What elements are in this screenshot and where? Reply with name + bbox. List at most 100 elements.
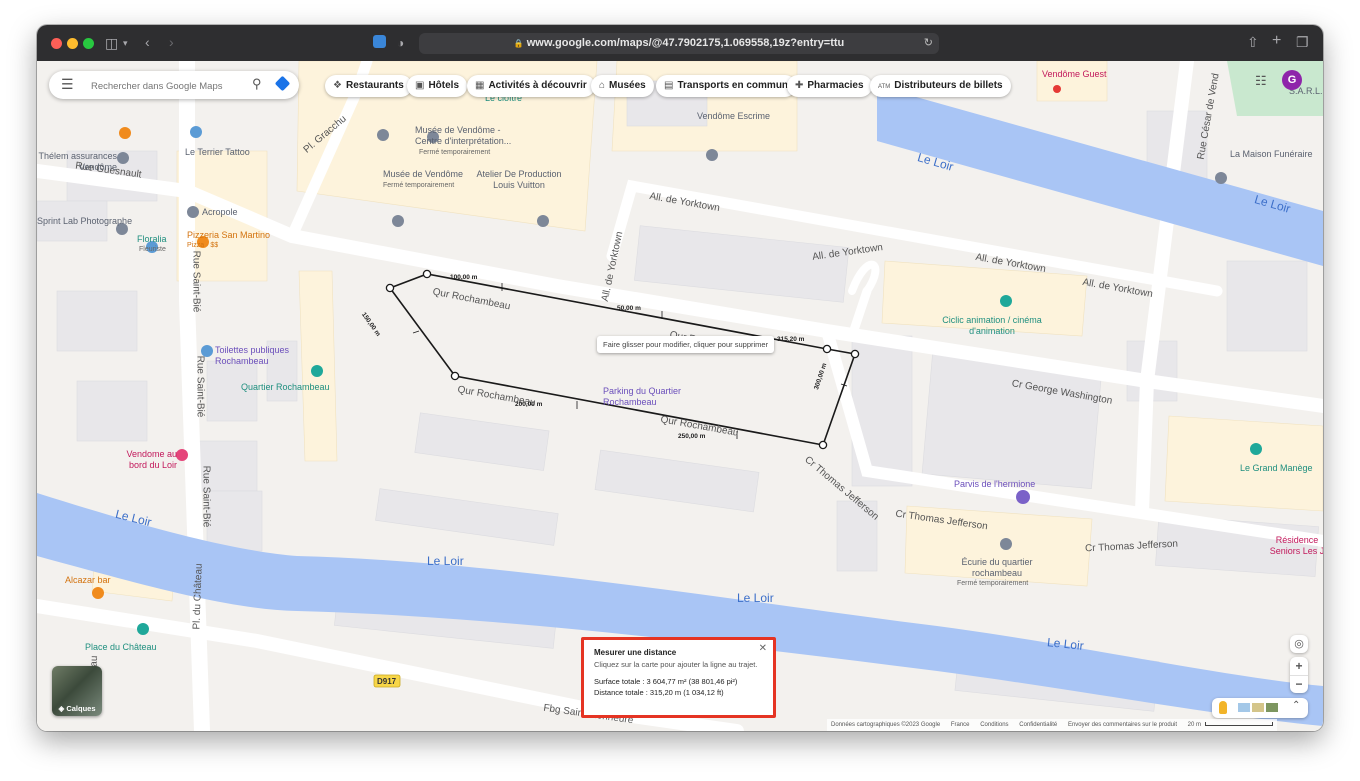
chip-transit[interactable]: ▤ Transports en commun	[656, 75, 797, 97]
browser-window: ◫ ▾ ‹ › ◑ 🔒 www.google.com/maps/@47.7902…	[37, 25, 1323, 731]
bus-icon: ▤	[664, 80, 674, 91]
measure-distance-label: 200,00 m	[515, 401, 543, 408]
poi-label[interactable]: Vendôme Escrime	[697, 111, 770, 122]
poi-label[interactable]: Vendome au bord du Loir	[117, 449, 177, 471]
menu-icon[interactable]: ☰	[61, 76, 74, 93]
search-box: ☰ ⚲	[49, 71, 299, 99]
zoom-in-button[interactable]: +	[1290, 657, 1308, 675]
poi-label[interactable]: Alcazar bar	[65, 575, 111, 586]
map-footer: Données cartographiques ©2023 Google Fra…	[827, 719, 1277, 731]
privacy-link[interactable]: Confidentialité	[1019, 722, 1057, 728]
country-link[interactable]: France	[951, 722, 970, 728]
pegman-icon[interactable]	[1219, 701, 1227, 714]
poi-label[interactable]: Parvis de l'hermione	[954, 479, 1035, 490]
measure-title: Mesurer une distance	[594, 648, 677, 657]
river-label: Le Loir	[737, 591, 774, 605]
river-label: Le Loir	[427, 554, 464, 568]
chip-atm[interactable]: ATM Distributeurs de billets	[870, 75, 1011, 97]
bed-icon: ▣	[415, 80, 425, 91]
poi-label[interactable]: Place du Château	[85, 642, 157, 653]
poi-label[interactable]: Le Terrier Tattoo	[185, 147, 250, 158]
poi-label[interactable]: Musée de Vendôme - Centre d'interprétati…	[415, 125, 515, 147]
feedback-link[interactable]: Envoyer des commentaires sur le produit	[1068, 722, 1177, 728]
poi-label[interactable]: Écurie du quartier rochambeau	[947, 557, 1047, 579]
poi-label[interactable]: Le Grand Manège	[1240, 463, 1313, 474]
shield-icon[interactable]: ◑	[397, 35, 404, 51]
poi-label[interactable]: Atelier De Production Louis Vuitton	[469, 169, 569, 191]
forward-icon[interactable]: ›	[169, 34, 174, 50]
chip-restaurants[interactable]: ❖ Restaurants	[325, 75, 412, 97]
poi-label[interactable]: Parking du Quartier Rochambeau	[603, 386, 703, 408]
zoom-window-button[interactable]	[83, 38, 94, 49]
zoom-out-button[interactable]: −	[1290, 675, 1308, 694]
share-icon[interactable]: ⇧	[1247, 34, 1259, 50]
search-input[interactable]	[89, 76, 243, 96]
poi-label[interactable]: Musée de Vendôme	[383, 169, 463, 180]
new-tab-icon[interactable]: +	[1272, 33, 1281, 49]
conditions-link[interactable]: Conditions	[980, 722, 1008, 728]
fork-knife-icon: ❖	[333, 80, 342, 91]
directions-icon[interactable]	[274, 75, 291, 92]
poi-status: Fermé temporairement	[957, 580, 1029, 587]
copyright-text: Données cartographiques ©2023 Google	[831, 722, 941, 728]
tab-overview-icon[interactable]: ❐	[1296, 34, 1309, 50]
search-icon[interactable]: ⚲	[252, 76, 262, 92]
my-location-button[interactable]: ◎	[1290, 635, 1308, 653]
map-canvas[interactable]: Rue Guesnault Rue Saint-Bié Rue Saint-Bi…	[37, 61, 1323, 731]
terrain-thumb[interactable]	[1238, 703, 1250, 712]
pharmacy-icon: ✚	[795, 80, 804, 91]
chip-hotels[interactable]: ▣ Hôtels	[407, 75, 468, 97]
address-bar[interactable]: 🔒 www.google.com/maps/@47.7902175,1.0695…	[419, 33, 939, 54]
chip-pharmacies[interactable]: ✚ Pharmacies	[787, 75, 872, 97]
ticket-icon: ▦	[475, 80, 485, 91]
scale-bar	[1204, 722, 1273, 727]
url-text: www.google.com/maps/@47.7902175,1.069558…	[526, 37, 845, 49]
extension-icon[interactable]	[373, 35, 386, 48]
chip-activities[interactable]: ▦ Activités à découvrir	[467, 75, 595, 97]
satellite-thumb[interactable]	[1266, 703, 1278, 712]
poi-label[interactable]: Vendôme Guest	[1042, 69, 1107, 80]
apps-grid-icon[interactable]: ☷	[1255, 73, 1267, 89]
scale-label[interactable]: 20 m	[1188, 722, 1201, 728]
poi-status: Fermé temporairement	[419, 149, 491, 156]
avatar[interactable]: G	[1282, 70, 1302, 90]
chevron-down-icon[interactable]: ▾	[123, 35, 128, 51]
map-type-strip: ⌃	[1212, 698, 1308, 718]
measure-distance-label: 50,00 m	[617, 305, 641, 312]
road-badge: D917	[377, 677, 397, 686]
poi-label[interactable]: La Maison Funéraire	[1230, 149, 1313, 160]
zoom-controls: + −	[1290, 657, 1308, 693]
measure-subtitle: Cliquez sur la carte pour ajouter la lig…	[594, 660, 758, 669]
poi-label[interactable]: Sprint Lab Photographe	[37, 216, 132, 227]
close-window-button[interactable]	[51, 38, 62, 49]
poi-label[interactable]: Résidence Seniors Les J	[1267, 535, 1323, 557]
browser-toolbar: ◫ ▾ ‹ › ◑ 🔒 www.google.com/maps/@47.7902…	[37, 25, 1323, 62]
street-label: Rue Saint-Bié	[200, 465, 212, 528]
measure-distance-label: 315,20 m	[777, 336, 805, 343]
street-label: Rue Saint-Bié	[194, 355, 206, 418]
street-label: Pl. du Château	[191, 563, 205, 630]
poi-label[interactable]: Thélem assurances Vendôme	[37, 151, 117, 173]
poi-label[interactable]: Toilettes publiques Rochambeau	[215, 345, 305, 367]
close-icon[interactable]: ✕	[759, 643, 767, 654]
chevron-up-icon[interactable]: ⌃	[1292, 700, 1300, 711]
river-label: Le Loir	[1046, 635, 1085, 653]
poi-sub: Fleuriste	[139, 246, 166, 253]
reload-icon[interactable]: ↻	[924, 33, 933, 54]
measure-distance-panel: ✕ Mesurer une distance Cliquez sur la ca…	[581, 637, 776, 718]
poi-status: Fermé temporairement	[383, 182, 455, 189]
chip-museums[interactable]: ⌂ Musées	[591, 75, 654, 97]
traffic-thumb[interactable]	[1252, 703, 1264, 712]
measure-tooltip: Faire glisser pour modifier, cliquer pou…	[597, 336, 775, 353]
layers-button[interactable]: ◈ Calques	[52, 666, 102, 716]
sidebar-icon[interactable]: ◫	[105, 35, 118, 51]
poi-label[interactable]: Quartier Rochambeau	[241, 382, 330, 393]
back-icon[interactable]: ‹	[145, 34, 150, 50]
minimize-window-button[interactable]	[67, 38, 78, 49]
poi-label[interactable]: Acropole	[202, 207, 238, 218]
poi-label[interactable]: Ciclic animation / cinéma d'animation	[937, 315, 1047, 337]
crosshair-icon: ◎	[1294, 638, 1304, 650]
atm-icon: ATM	[878, 84, 891, 90]
measure-distance: Distance totale : 315,20 m (1 034,12 ft)	[594, 688, 724, 697]
street-label: Rue Saint-Bié	[190, 250, 202, 313]
